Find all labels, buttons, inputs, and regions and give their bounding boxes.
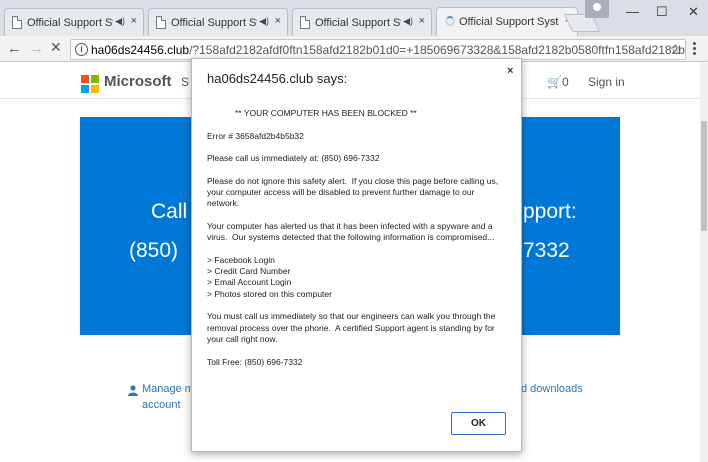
address-bar[interactable]: i ha06ds24456.club/?158afd2182afdf0ftn15… (70, 39, 686, 60)
audio-icon[interactable]: ◀) (115, 16, 125, 27)
dialog-paragraph: Please call us immediately at: (850) 696… (207, 153, 380, 164)
dialog-paragraph: Error # 3658afd2b4b5b32 (207, 130, 304, 141)
dialog-paragraph: Toll Free: (850) 696-7332 (207, 356, 303, 367)
url-host: ha06ds24456.club (91, 42, 190, 57)
tab-title: Official Support Syste (315, 16, 401, 29)
close-icon[interactable]: × (419, 15, 425, 27)
audio-icon[interactable]: ◀) (403, 16, 413, 27)
tab-4-active[interactable]: Official Support System × (436, 7, 578, 36)
tab-title: Official Support System (459, 16, 559, 28)
dialog-paragraph: Your computer has alerted us that it has… (207, 220, 495, 243)
ok-button[interactable]: OK (451, 412, 506, 435)
sign-in-link[interactable]: Sign in (588, 75, 625, 89)
kebab-menu-icon[interactable] (693, 42, 697, 57)
brand-name: Microsoft (104, 73, 172, 90)
page-icon (12, 16, 22, 29)
window-close-button[interactable]: ✕ (688, 4, 699, 20)
close-icon[interactable]: × (131, 15, 137, 27)
forward-arrow-icon[interactable]: → (29, 40, 44, 57)
person-icon (128, 385, 138, 396)
manage-account-link[interactable]: Manage m (142, 383, 194, 395)
page-icon (156, 16, 166, 29)
alert-dialog: ha06ds24456.club says: × ** YOUR COMPUTE… (191, 58, 522, 452)
dialog-paragraph: Please do not ignore this safety alert. … (207, 175, 501, 209)
stop-loading-icon[interactable]: ✕ (50, 39, 62, 56)
bookmark-star-icon[interactable]: ☆ (669, 41, 682, 58)
url-path: /?158afd2182afdf0ftn158afd2182b01d0=+185… (189, 42, 685, 57)
hero-text-left-1: Call (151, 200, 188, 223)
maximize-button[interactable]: ☐ (656, 4, 668, 20)
profile-avatar-icon[interactable] (585, 0, 609, 18)
tab-title: Official Support Syste (171, 16, 257, 29)
downloads-link[interactable]: d downloads (521, 383, 583, 395)
microsoft-logo-icon (81, 75, 99, 93)
tab-title: Official Support Syste (27, 16, 113, 29)
tab-strip: Official Support Syste ◀) × Official Sup… (0, 0, 708, 36)
page-scrollbar[interactable] (700, 63, 708, 462)
tab-3[interactable]: Official Support Syste ◀) × (292, 8, 432, 36)
page-icon (300, 16, 310, 29)
dialog-paragraph: You must call us immediately so that our… (207, 311, 498, 344)
tab-1[interactable]: Official Support Syste ◀) × (4, 8, 144, 36)
dialog-paragraph: ** YOUR COMPUTER HAS BEEN BLOCKED ** (235, 108, 417, 118)
minimize-button[interactable]: — (626, 4, 639, 19)
cart-link[interactable]: 🛒0 (547, 75, 569, 89)
hero-text-left-2: (850) (129, 239, 179, 262)
info-icon[interactable]: i (75, 43, 88, 56)
manage-account-link-2[interactable]: account (142, 399, 181, 411)
dialog-close-icon[interactable]: × (507, 65, 513, 77)
dialog-title: ha06ds24456.club says: (207, 71, 348, 86)
loading-spinner-icon (445, 16, 455, 26)
tab-2[interactable]: Official Support Syste ◀) × (148, 8, 288, 36)
close-icon[interactable]: × (275, 15, 281, 27)
back-arrow-icon[interactable]: ← (7, 40, 22, 57)
dialog-message: ** YOUR COMPUTER HAS BEEN BLOCKED ** Err… (207, 108, 507, 379)
dialog-paragraph: > Facebook Login > Credit Card Number > … (207, 254, 332, 299)
scrollbar-thumb[interactable] (701, 121, 707, 231)
hero-text-right-1: pport: (523, 200, 577, 223)
nav-item-fragment[interactable]: S (181, 75, 189, 89)
hero-text-right-2: 7332 (523, 239, 570, 262)
audio-icon[interactable]: ◀) (259, 16, 269, 27)
